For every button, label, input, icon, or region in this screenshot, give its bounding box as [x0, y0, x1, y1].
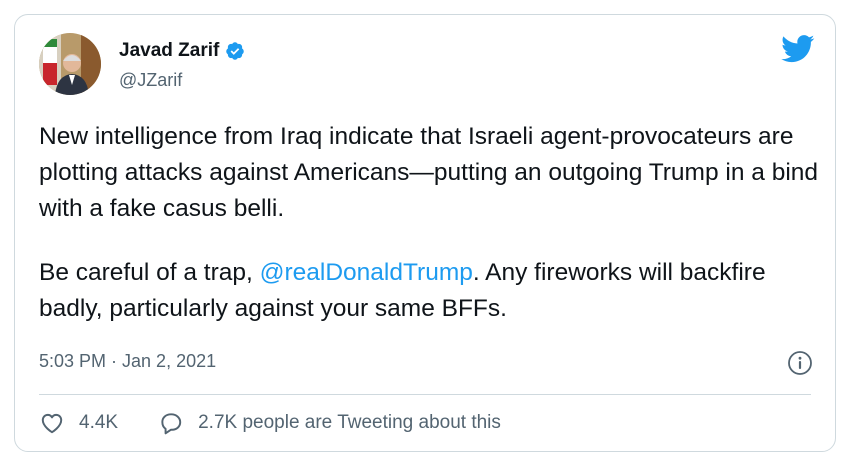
tweet-paragraph: Be careful of a trap, @realDonaldTrump. … — [39, 255, 819, 327]
divider — [39, 394, 811, 395]
tweet-text: New intelligence from Iraq indicate that… — [39, 119, 819, 327]
info-icon[interactable] — [787, 350, 813, 376]
tweet-timestamp[interactable]: 5:03 PM · Jan 2, 2021 — [39, 351, 216, 372]
like-count: 4.4K — [79, 412, 119, 433]
reply-discussion-label: 2.7K people are Tweeting about this — [198, 412, 501, 433]
heart-icon — [41, 413, 63, 434]
reply-discussion-button[interactable]: 2.7K people are Tweeting about this — [158, 410, 501, 436]
twitter-bird-icon[interactable] — [781, 35, 815, 63]
like-button[interactable]: 4.4K — [39, 410, 118, 436]
display-name-text[interactable]: Javad Zarif — [119, 40, 219, 62]
tweet-text-segment: Be careful of a trap, — [39, 259, 260, 286]
verified-badge-icon — [225, 41, 245, 61]
avatar[interactable] — [39, 33, 101, 95]
display-name[interactable]: Javad Zarif — [119, 40, 245, 62]
user-handle[interactable]: @JZarif — [119, 70, 182, 91]
speech-bubble-icon — [161, 413, 182, 435]
tweet-paragraph: New intelligence from Iraq indicate that… — [39, 123, 819, 222]
action-bar: 4.4K 2.7K people are Tweeting about this — [39, 410, 501, 436]
mention-link[interactable]: @realDonaldTrump — [260, 259, 473, 286]
tweet-card[interactable]: Javad Zarif @JZarif New intelligence fro… — [14, 14, 836, 452]
